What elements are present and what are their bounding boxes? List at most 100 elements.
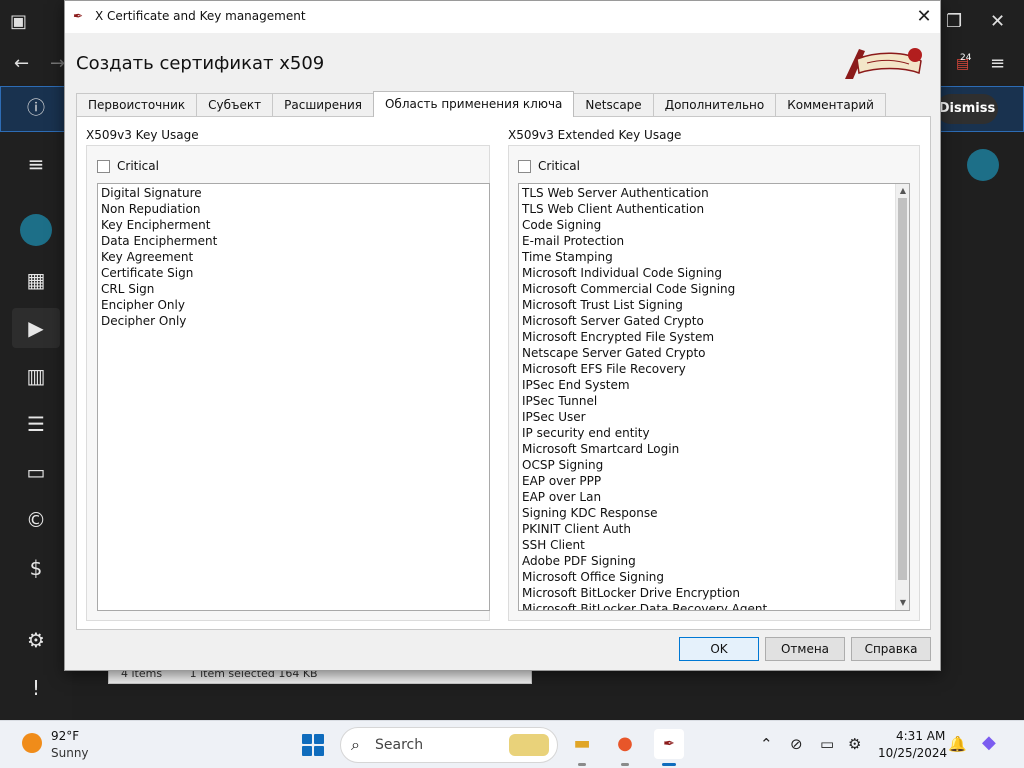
list-item[interactable]: CRL Sign	[98, 281, 489, 297]
list-item[interactable]: Non Repudiation	[98, 201, 489, 217]
forward-arrow-icon[interactable]: →	[50, 52, 65, 76]
active-indicator	[662, 763, 676, 766]
notification-bell-icon[interactable]: 🔔	[948, 735, 967, 753]
dismiss-button[interactable]: Dismiss	[936, 94, 998, 124]
list-item[interactable]: Microsoft Commercial Code Signing	[519, 281, 895, 297]
list-item[interactable]: Encipher Only	[98, 297, 489, 313]
card-icon[interactable]: ▭	[12, 452, 60, 492]
checkbox-box[interactable]	[97, 159, 110, 173]
tab-comment[interactable]: Комментарий	[775, 93, 886, 117]
list-item[interactable]: E-mail Protection	[519, 233, 895, 249]
list-item[interactable]: Code Signing	[519, 217, 895, 233]
settings-tray-icon[interactable]: ⚙	[848, 735, 861, 753]
left-rail-bottom: ⚙ !	[0, 608, 72, 720]
list-item[interactable]: IPSec End System	[519, 377, 895, 393]
tab-source[interactable]: Первоисточник	[76, 93, 198, 117]
copilot-icon[interactable]: ◆	[982, 732, 996, 753]
dashboard-icon[interactable]: ▦	[12, 260, 60, 300]
xca-app-icon: ✒	[73, 9, 84, 23]
list-item[interactable]: Microsoft Encrypted File System	[519, 329, 895, 345]
list-item[interactable]: SSH Client	[519, 537, 895, 553]
xca-logo	[845, 48, 922, 79]
windows-logo-tile	[314, 746, 324, 756]
tab-key-usage[interactable]: Область применения ключа	[372, 91, 575, 117]
list-item[interactable]: Signing KDC Response	[519, 505, 895, 521]
scroll-down-icon[interactable]: ▼	[896, 596, 909, 610]
dollar-icon[interactable]: $	[12, 548, 60, 588]
list-item[interactable]: Digital Signature	[98, 185, 489, 201]
scroll-thumb[interactable]	[898, 198, 907, 580]
list-item[interactable]: Key Encipherment	[98, 217, 489, 233]
list-item[interactable]: Microsoft Server Gated Crypto	[519, 313, 895, 329]
avatar[interactable]	[20, 214, 52, 246]
network-icon[interactable]: ⊘	[790, 735, 803, 753]
clock-time[interactable]: 4:31 AM	[896, 729, 945, 743]
list-item[interactable]: IPSec Tunnel	[519, 393, 895, 409]
list-item[interactable]: Data Encipherment	[98, 233, 489, 249]
feedback-icon[interactable]: !	[12, 668, 60, 708]
list-item[interactable]: Key Agreement	[98, 249, 489, 265]
close-button[interactable]: ✕	[908, 1, 940, 33]
search-box[interactable]: ⌕ Search	[340, 727, 558, 763]
hamburger-icon[interactable]: ≡	[12, 144, 60, 184]
scroll-up-icon[interactable]: ▲	[896, 184, 909, 198]
list-item[interactable]: IP security end entity	[519, 425, 895, 441]
chart-icon[interactable]: ▥	[12, 356, 60, 396]
list-item[interactable]: Microsoft BitLocker Data Recovery Agent	[519, 601, 895, 610]
list-item[interactable]: EAP over PPP	[519, 473, 895, 489]
list-item[interactable]: TLS Web Server Authentication	[519, 185, 895, 201]
key-usage-list[interactable]: Digital Signature Non Repudiation Key Enci…	[97, 183, 490, 611]
list-item[interactable]: Microsoft BitLocker Drive Encryption	[519, 585, 895, 601]
start-button[interactable]	[302, 734, 324, 756]
profile-circle[interactable]	[967, 149, 999, 181]
notes-icon[interactable]: ☰	[12, 404, 60, 444]
archive-icon[interactable]: ▣	[10, 10, 27, 34]
xca-taskbar-icon[interactable]: ✒	[654, 729, 684, 759]
list-item[interactable]: Microsoft EFS File Recovery	[519, 361, 895, 377]
key-usage-critical-checkbox[interactable]: Critical	[97, 159, 159, 173]
list-item[interactable]: Microsoft Smartcard Login	[519, 441, 895, 457]
list-item[interactable]: IPSec User	[519, 409, 895, 425]
display-icon[interactable]: ▭	[820, 735, 834, 753]
weather-sun-icon[interactable]	[22, 733, 42, 753]
tab-advanced[interactable]: Дополнительно	[652, 93, 777, 117]
list-item[interactable]: Certificate Sign	[98, 265, 489, 281]
list-item[interactable]: OCSP Signing	[519, 457, 895, 473]
copyright-icon[interactable]: ©	[12, 500, 60, 540]
badge-count: 24	[960, 53, 972, 63]
tab-subject[interactable]: Субъект	[196, 93, 274, 117]
list-item[interactable]: Decipher Only	[98, 313, 489, 329]
chevron-up-icon[interactable]: ⌃	[760, 735, 773, 753]
checkbox-box[interactable]	[518, 159, 531, 173]
list-item[interactable]: Netscape Server Gated Crypto	[519, 345, 895, 361]
list-item[interactable]: Microsoft Trust List Signing	[519, 297, 895, 313]
firefox-icon[interactable]: ●	[610, 729, 640, 759]
list-scrollbar[interactable]: ▲ ▼	[895, 184, 909, 610]
list-item[interactable]: Microsoft Individual Code Signing	[519, 265, 895, 281]
list-item[interactable]: PKINIT Client Auth	[519, 521, 895, 537]
extended-key-usage-list[interactable]: TLS Web Server Authentication TLS Web Cli…	[518, 183, 910, 611]
clock-date[interactable]: 10/25/2024	[878, 746, 947, 760]
back-arrow-icon[interactable]: ←	[14, 52, 29, 76]
list-item[interactable]: Microsoft Office Signing	[519, 569, 895, 585]
weather-condition[interactable]: Sunny	[51, 746, 89, 760]
list-item[interactable]: EAP over Lan	[519, 489, 895, 505]
list-item[interactable]: Time Stamping	[519, 249, 895, 265]
tab-extensions[interactable]: Расширения	[272, 93, 374, 117]
file-explorer-icon[interactable]: ▬	[567, 729, 597, 759]
settings-icon[interactable]: ⚙	[12, 620, 60, 660]
list-item[interactable]: TLS Web Client Authentication	[519, 201, 895, 217]
dialog-title-bar: ✒ X Certificate and Key management ✕	[65, 1, 940, 33]
cancel-button[interactable]: Отмена	[765, 637, 845, 661]
left-rail: ≡ ▦ ▶ ▥ ☰ ▭ © $	[0, 132, 72, 608]
help-button[interactable]: Справка	[851, 637, 931, 661]
weather-temperature[interactable]: 92°F	[51, 729, 79, 743]
tab-netscape[interactable]: Netscape	[573, 93, 654, 117]
restore-icon[interactable]: ❐	[946, 10, 962, 34]
ok-button[interactable]: OK	[679, 637, 759, 661]
list-item[interactable]: Adobe PDF Signing	[519, 553, 895, 569]
menu-icon[interactable]: ≡	[990, 52, 1005, 76]
extended-key-usage-critical-checkbox[interactable]: Critical	[518, 159, 580, 173]
media-icon[interactable]: ▶	[12, 308, 60, 348]
close-icon[interactable]: ✕	[990, 10, 1005, 34]
